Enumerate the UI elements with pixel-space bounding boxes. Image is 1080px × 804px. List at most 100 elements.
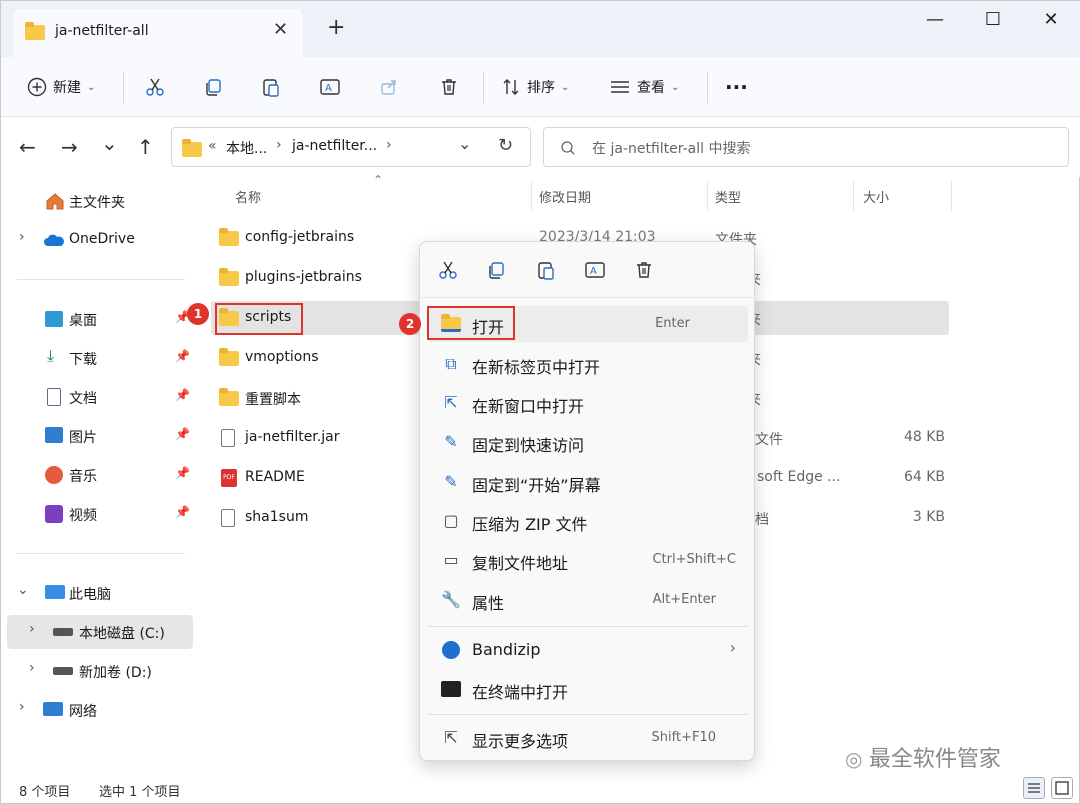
address-dropdown-icon[interactable]: ⌄ xyxy=(458,134,471,153)
menu-item-compress-zip[interactable]: ▢ 压缩为 ZIP 文件 xyxy=(428,503,748,539)
forward-button[interactable]: → xyxy=(61,135,78,159)
sidebar-item-this-pc[interactable]: ⌄ 此电脑 xyxy=(1,576,193,610)
sidebar-item-drive-c[interactable]: › 本地磁盘 (C:) xyxy=(7,615,193,649)
breadcrumb-local-disk[interactable]: 本地... xyxy=(226,138,267,158)
refresh-button[interactable]: ↻ xyxy=(498,135,513,156)
chevron-right-icon[interactable]: › xyxy=(19,229,25,245)
chevron-right-icon[interactable]: › xyxy=(19,699,25,715)
cloud-icon xyxy=(44,234,64,246)
file-type: 文件 xyxy=(755,432,783,448)
column-divider[interactable] xyxy=(531,181,532,211)
sidebar-item-home[interactable]: 主文件夹 xyxy=(1,184,193,218)
tab-ja-netfilter-all[interactable]: ja-netfilter-all ✕ xyxy=(13,9,303,57)
sort-button[interactable]: 排序 ⌄ xyxy=(501,71,569,103)
column-header-size[interactable]: 大小 xyxy=(863,187,889,206)
address-row: ← → ⌄ ↑ « 本地... › ja-netfilter... › ⌄ ↻ … xyxy=(1,117,1080,177)
sidebar-item-onedrive[interactable]: › OneDrive xyxy=(1,223,193,257)
sidebar-item-label: 文档 xyxy=(69,391,97,407)
tab-title: ja-netfilter-all xyxy=(55,23,149,39)
breadcrumb-separator[interactable]: › xyxy=(386,137,392,153)
chevron-right-icon[interactable]: › xyxy=(29,621,35,637)
file-name: 重置脚本 xyxy=(245,392,301,408)
sidebar-item-drive-d[interactable]: › 新加卷 (D:) xyxy=(1,654,193,688)
menu-item-open-new-window[interactable]: ⇱ 在新窗口中打开 xyxy=(428,385,748,421)
scissors-icon xyxy=(146,78,164,96)
up-button[interactable]: ↑ xyxy=(137,135,154,159)
paste-button[interactable] xyxy=(261,71,281,103)
share-button[interactable] xyxy=(379,71,399,103)
delete-button[interactable] xyxy=(439,71,459,103)
delete-icon[interactable] xyxy=(634,260,654,280)
pdf-icon: PDF xyxy=(219,469,239,487)
view-button[interactable]: 查看 ⌄ xyxy=(609,71,679,103)
menu-item-open-terminal[interactable]: 在终端中打开 xyxy=(428,671,748,707)
close-tab-icon[interactable]: ✕ xyxy=(273,19,288,40)
pin-icon[interactable]: 📌 xyxy=(175,388,190,402)
copy-icon[interactable] xyxy=(486,260,506,280)
menu-item-pin-quick-access[interactable]: ✎ 固定到快速访问 xyxy=(428,424,748,460)
chevron-down-icon[interactable]: ⌄ xyxy=(17,582,29,598)
sidebar-item-network[interactable]: › 网络 xyxy=(1,693,193,727)
column-header-date[interactable]: 修改日期 xyxy=(539,187,591,206)
copy-path-icon: ▭ xyxy=(443,550,459,569)
sidebar-item-label: 网络 xyxy=(69,704,97,720)
bandizip-icon xyxy=(440,640,462,660)
tiles-view-button[interactable] xyxy=(1051,777,1073,799)
sidebar-item-label: 音乐 xyxy=(69,469,97,485)
sidebar-item-label: 视频 xyxy=(69,508,97,524)
menu-item-copy-path[interactable]: ▭ 复制文件地址 Ctrl+Shift+C xyxy=(428,542,748,578)
breadcrumb-separator[interactable]: › xyxy=(276,137,282,153)
sidebar-item-label: 此电脑 xyxy=(69,587,111,603)
file-icon xyxy=(219,429,239,447)
watermark: ◎ 最全软件管家 xyxy=(845,741,1001,773)
rename-button[interactable]: A xyxy=(319,71,341,103)
minimize-button[interactable]: — xyxy=(915,9,955,33)
sidebar-item-desktop[interactable]: 桌面 📌 xyxy=(1,302,193,336)
more-options-icon: ⇱ xyxy=(444,728,458,747)
new-tab-button[interactable]: + xyxy=(327,17,345,39)
folder-icon xyxy=(219,268,239,287)
more-button[interactable]: ··· xyxy=(725,71,748,103)
pin-icon[interactable]: 📌 xyxy=(175,427,190,441)
recent-locations-button[interactable]: ⌄ xyxy=(101,131,118,155)
maximize-button[interactable]: ☐ xyxy=(973,9,1013,33)
back-button[interactable]: ← xyxy=(19,135,36,159)
menu-item-label: 固定到“开始”屏幕 xyxy=(472,476,601,495)
copy-button[interactable] xyxy=(203,71,223,103)
sidebar-item-videos[interactable]: 视频 📌 xyxy=(1,497,193,531)
menu-item-pin-start[interactable]: ✎ 固定到“开始”屏幕 xyxy=(428,464,748,500)
menu-item-properties[interactable]: 🔧 属性 Alt+Enter xyxy=(428,582,748,618)
column-header-type[interactable]: 类型 xyxy=(715,187,741,206)
submenu-chevron-icon: › xyxy=(729,638,736,657)
column-divider[interactable] xyxy=(707,181,708,211)
breadcrumb-overflow[interactable]: « xyxy=(208,138,217,154)
menu-item-open-new-tab[interactable]: ⧉ 在新标签页中打开 xyxy=(428,346,748,382)
chevron-right-icon[interactable]: › xyxy=(29,660,35,676)
menu-item-show-more-options[interactable]: ⇱ 显示更多选项 Shift+F10 xyxy=(428,720,748,756)
address-bar[interactable]: « 本地... › ja-netfilter... › ⌄ ↻ xyxy=(171,127,531,167)
close-button[interactable]: ✕ xyxy=(1031,9,1071,33)
sidebar-item-downloads[interactable]: ⤓ 下载 📌 xyxy=(1,341,193,375)
sidebar-divider xyxy=(17,553,185,554)
sidebar-item-documents[interactable]: 文档 📌 xyxy=(1,380,193,414)
menu-item-bandizip[interactable]: Bandizip › xyxy=(428,632,748,668)
details-view-button[interactable] xyxy=(1023,777,1045,799)
pin-icon[interactable]: 📌 xyxy=(175,466,190,480)
cut-button[interactable] xyxy=(145,71,165,103)
sidebar-item-label: 主文件夹 xyxy=(69,195,125,211)
column-divider[interactable] xyxy=(951,181,952,211)
breadcrumb-ja-netfilter[interactable]: ja-netfilter... xyxy=(292,138,377,154)
paste-icon[interactable] xyxy=(536,260,556,280)
folder-icon xyxy=(219,388,239,407)
title-bar: ja-netfilter-all ✕ + — ☐ ✕ xyxy=(1,1,1080,57)
search-box[interactable]: 在 ja-netfilter-all 中搜索 xyxy=(543,127,1069,167)
rename-icon[interactable]: A xyxy=(584,260,606,280)
sidebar-item-music[interactable]: 音乐 📌 xyxy=(1,458,193,492)
column-header-name[interactable]: 名称 xyxy=(235,187,261,206)
new-button[interactable]: 新建 ⌄ xyxy=(27,71,95,103)
pin-icon[interactable]: 📌 xyxy=(175,505,190,519)
column-divider[interactable] xyxy=(853,181,854,211)
cut-icon[interactable] xyxy=(438,260,458,280)
sidebar-item-pictures[interactable]: 图片 📌 xyxy=(1,419,193,453)
pin-icon[interactable]: 📌 xyxy=(175,349,190,363)
